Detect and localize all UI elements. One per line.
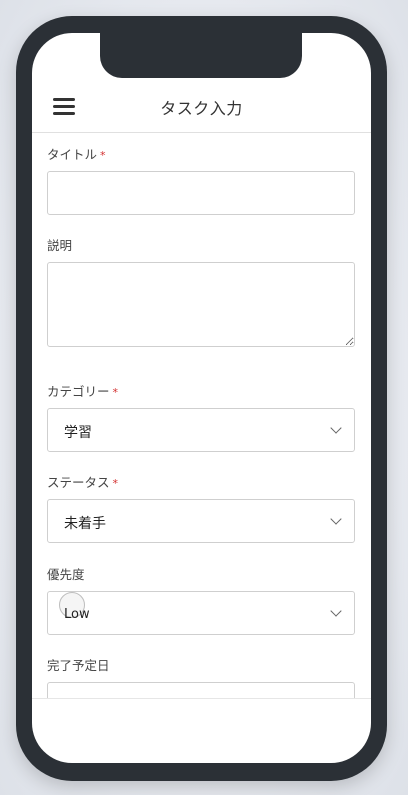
status-label: ステータス * [47,475,119,490]
phone-frame: タスク入力 タイトル * 説明 カテゴリー * 学習 ステータス * 未着手 優… [16,16,387,781]
description-textarea[interactable] [47,262,355,347]
category-select-value: 学習 [64,425,92,441]
priority-label: 優先度 [47,567,85,582]
status-select[interactable]: 未着手 [47,499,355,543]
status-field-group: ステータス * 未着手 [47,475,355,543]
status-select-value: 未着手 [64,516,106,532]
priority-select[interactable]: Low [47,591,355,635]
description-field-group: 説明 [47,238,355,351]
priority-select-value: Low [64,607,90,622]
required-mark: * [112,386,119,399]
phone-screen: タスク入力 タイトル * 説明 カテゴリー * 学習 ステータス * 未着手 優… [32,33,371,763]
required-mark: * [112,477,119,490]
title-label: タイトル * [47,147,106,162]
priority-field-group: 優先度 Low [47,567,355,635]
required-mark: * [100,149,106,162]
content-divider [32,698,371,699]
chevron-down-icon [330,513,342,525]
chevron-down-icon [330,422,342,434]
app-bar: タスク入力 [32,89,371,133]
category-label: カテゴリー * [47,384,119,399]
due-date-select[interactable] [47,682,355,698]
category-select[interactable]: 学習 [47,408,355,452]
description-label: 説明 [47,238,73,253]
title-field-group: タイトル * [47,147,355,215]
category-field-group: カテゴリー * 学習 [47,384,355,452]
task-form: タイトル * 説明 カテゴリー * 学習 ステータス * 未着手 優先度 Low… [32,133,371,698]
due-date-field-group: 完了予定日 [47,658,355,698]
chevron-down-icon [330,605,342,617]
due-date-label: 完了予定日 [47,658,110,673]
phone-notch [100,32,302,78]
title-input[interactable] [47,171,355,215]
page-title: タスク入力 [160,99,243,118]
